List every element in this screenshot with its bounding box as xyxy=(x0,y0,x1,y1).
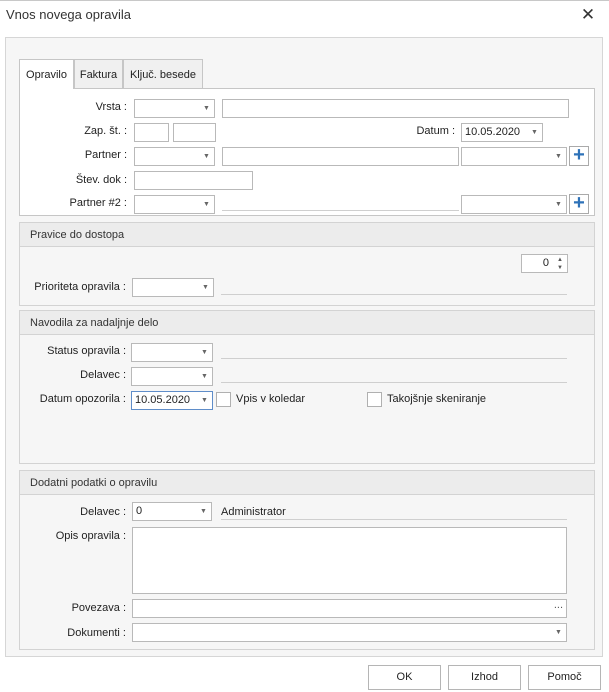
pravice-header: Pravice do dostopa xyxy=(20,223,594,247)
status-select[interactable]: ▼ xyxy=(131,343,213,362)
partner-name-field[interactable] xyxy=(222,147,459,166)
dodatni-delavec-select[interactable]: 0 ▼ xyxy=(132,502,212,521)
status-desc-line xyxy=(221,358,567,359)
opis-textarea[interactable] xyxy=(132,527,567,594)
partner2-label: Partner #2 : xyxy=(69,197,127,209)
stevdok-label: Štev. dok : xyxy=(75,174,127,186)
chevron-down-icon: ▼ xyxy=(555,153,562,160)
delavec-desc-line xyxy=(221,382,567,383)
vrsta-label: Vrsta : xyxy=(95,101,127,113)
delavec-name: Administrator xyxy=(221,506,286,518)
chevron-down-icon: ▼ xyxy=(555,629,562,636)
zapst-field-2[interactable] xyxy=(173,123,216,142)
chevron-down-icon: ▼ xyxy=(555,201,562,208)
prioriteta-desc-line xyxy=(221,294,567,295)
datum-label: Datum : xyxy=(416,125,455,137)
delavec-label: Delavec : xyxy=(80,369,126,381)
dodatni-header: Dodatni podatki o opravilu xyxy=(20,471,594,495)
partner2-extra-select[interactable]: ▼ xyxy=(461,195,567,214)
pomoc-button[interactable]: Pomoč xyxy=(528,665,601,690)
partner-select[interactable]: ▼ xyxy=(134,147,215,166)
takojsnje-label: Takojšnje skeniranje xyxy=(387,393,487,405)
add-partner2-button[interactable]: + xyxy=(569,192,589,214)
datum-opozorila-value: 10.05.2020 xyxy=(135,394,191,406)
chevron-down-icon: ▼ xyxy=(203,201,210,208)
zapst-field-1[interactable] xyxy=(134,123,169,142)
datum-opozorila-label: Datum opozorila : xyxy=(39,393,126,405)
izhod-button[interactable]: Izhod xyxy=(448,665,521,690)
dodatni-delavec-value: 0 xyxy=(136,505,143,517)
spin-up-icon[interactable]: ▲ xyxy=(556,256,564,264)
datum-opozorila-field[interactable]: 10.05.2020 ▼ xyxy=(131,391,213,410)
tab-faktura[interactable]: Faktura xyxy=(74,59,123,88)
povezava-field[interactable]: ... xyxy=(132,599,567,618)
pravice-group: Pravice do dostopa 0 ▲ ▼ Prioriteta opra… xyxy=(19,222,595,306)
vpis-koledar-label: Vpis v koledar xyxy=(236,393,306,405)
close-icon[interactable]: ✕ xyxy=(576,4,600,26)
chevron-down-icon: ▼ xyxy=(203,153,210,160)
prioriteta-label: Prioriteta opravila : xyxy=(34,281,126,293)
stevdok-field[interactable] xyxy=(134,171,253,190)
pravice-spinner[interactable]: 0 ▲ ▼ xyxy=(521,254,568,273)
vrsta-select[interactable]: ▼ xyxy=(134,99,215,118)
partner2-select[interactable]: ▼ xyxy=(134,195,215,214)
datum-field[interactable]: 10.05.2020 ▼ xyxy=(461,123,543,142)
tab-panel-opravilo: Vrsta : ▼ Zap. št. : Datum : 10.05.2020 ▼… xyxy=(19,88,595,216)
navodila-header: Navodila za nadaljnje delo xyxy=(20,311,594,335)
plus-icon: + xyxy=(573,144,585,166)
add-partner-button[interactable]: + xyxy=(569,144,589,166)
vrsta-name-field[interactable] xyxy=(222,99,569,118)
status-label: Status opravila : xyxy=(47,345,126,357)
partner2-name-line xyxy=(222,210,459,211)
chevron-down-icon: ▼ xyxy=(201,397,208,404)
partner-extra-select[interactable]: ▼ xyxy=(461,147,567,166)
window-title: Vnos novega opravila xyxy=(6,7,132,22)
datum-value: 10.05.2020 xyxy=(465,126,521,138)
vpis-koledar-checkbox[interactable] xyxy=(216,392,231,407)
delavec-select[interactable]: ▼ xyxy=(131,367,213,386)
prioriteta-select[interactable]: ▼ xyxy=(132,278,214,297)
browse-ellipsis-button[interactable]: ... xyxy=(554,600,563,614)
chevron-down-icon: ▼ xyxy=(531,129,538,136)
dodatni-group: Dodatni podatki o opravilu Delavec : 0 ▼ … xyxy=(19,470,595,650)
chevron-down-icon: ▼ xyxy=(201,373,208,380)
chevron-down-icon: ▼ xyxy=(202,284,209,291)
chevron-down-icon: ▼ xyxy=(201,349,208,356)
partner-label: Partner : xyxy=(84,149,127,161)
chevron-down-icon: ▼ xyxy=(203,105,210,112)
spinner-value: 0 xyxy=(542,257,549,269)
navodila-group: Navodila za nadaljnje delo Status opravi… xyxy=(19,310,595,464)
dokumenti-select[interactable]: ▼ xyxy=(132,623,567,642)
povezava-label: Povezava : xyxy=(71,602,126,614)
tab-opravilo[interactable]: Opravilo xyxy=(19,59,74,89)
zapst-label: Zap. št. : xyxy=(84,125,127,137)
plus-icon: + xyxy=(573,192,585,214)
dodatni-delavec-label: Delavec : xyxy=(80,506,126,518)
dokumenti-label: Dokumenti : xyxy=(67,627,126,639)
delavec-name-line xyxy=(221,519,567,520)
takojsnje-checkbox[interactable] xyxy=(367,392,382,407)
spin-down-icon[interactable]: ▼ xyxy=(556,264,564,272)
tab-kljuc-besede[interactable]: Ključ. besede xyxy=(123,59,203,88)
opis-label: Opis opravila : xyxy=(55,530,126,542)
ok-button[interactable]: OK xyxy=(368,665,441,690)
chevron-down-icon: ▼ xyxy=(200,508,207,515)
